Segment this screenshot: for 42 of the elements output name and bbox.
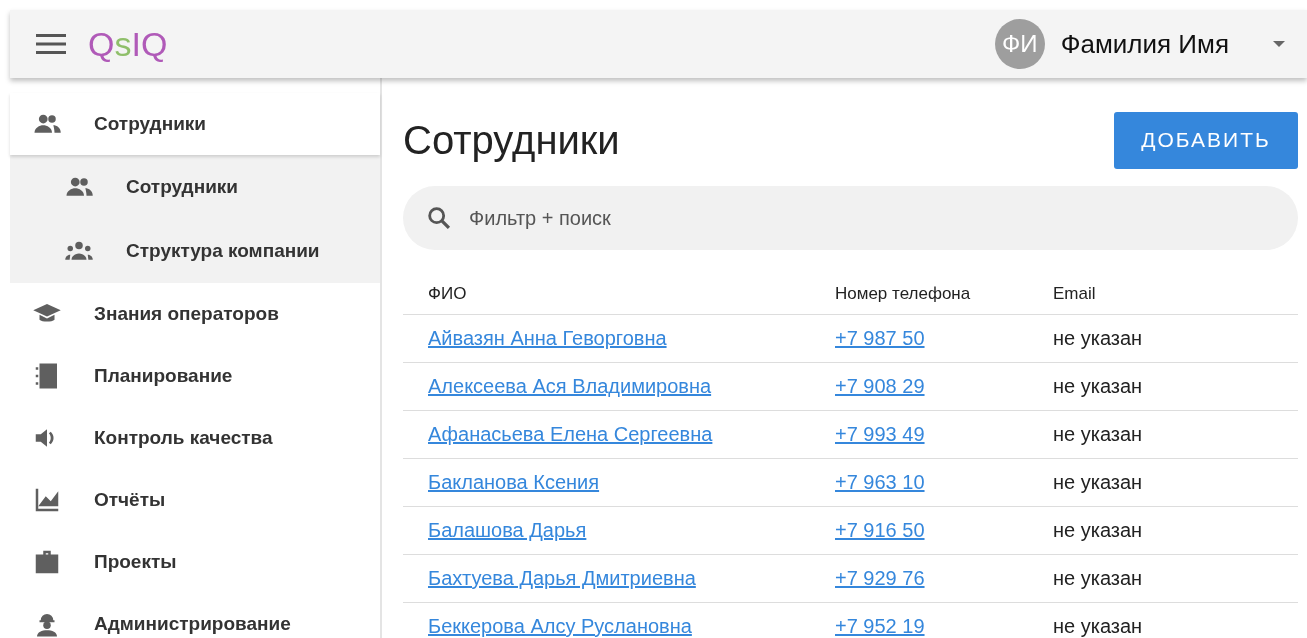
column-header: Номер телефона (835, 272, 1053, 315)
employee-name-link[interactable]: Бахтуева Дарья Дмитриевна (428, 567, 696, 589)
sidebar-item[interactable]: Планирование (10, 345, 380, 407)
sidebar-item[interactable]: Структура компании (10, 219, 380, 283)
email-text: не указан (1053, 471, 1143, 493)
employee-name-link[interactable]: Беккерова Алсу Руслановна (428, 615, 692, 637)
menu-icon[interactable] (36, 33, 66, 55)
phone-link[interactable]: +7 908 29 (835, 375, 925, 397)
user-name[interactable]: Фамилия Имя (1060, 28, 1229, 60)
add-button[interactable]: ДОБАВИТЬ (1114, 111, 1298, 169)
email-text: не указан (1053, 327, 1143, 349)
sidebar-item[interactable]: Отчёты (10, 469, 380, 531)
sidebar-item[interactable]: Проекты (10, 531, 380, 593)
column-header: Email (1053, 272, 1298, 315)
search-field[interactable]: Фильтр + поиск (403, 186, 1298, 250)
employee-name-link[interactable]: Балашова Дарья (428, 519, 587, 541)
page-title: Сотрудники (403, 117, 620, 163)
employee-name-link[interactable]: Афанасьева Елена Сергеевна (428, 423, 713, 445)
email-text: не указан (1053, 375, 1143, 397)
email-text: не указан (1053, 519, 1143, 541)
phone-link[interactable]: +7 987 50 (835, 327, 925, 349)
sidebar-item[interactable]: Сотрудники (10, 93, 380, 155)
phone-link[interactable]: +7 929 76 (835, 567, 925, 589)
employee-name-link[interactable]: Алексеева Ася Владимировна (428, 375, 712, 397)
phone-link[interactable]: +7 952 19 (835, 615, 925, 637)
logo: QsIQ (88, 24, 168, 64)
sidebar-item[interactable]: Сотрудники (10, 155, 380, 219)
employee-name-link[interactable]: Айвазян Анна Геворговна (428, 327, 667, 349)
email-text: не указан (1053, 423, 1143, 445)
email-text: не указан (1053, 615, 1143, 637)
sidebar-item[interactable]: Контроль качества (10, 407, 380, 469)
column-header: ФИО (403, 272, 835, 315)
employee-name-link[interactable]: Бакланова Ксения (428, 471, 600, 493)
phone-link[interactable]: +7 963 10 (835, 471, 925, 493)
caret-icon[interactable] (1273, 41, 1285, 47)
sidebar-item[interactable]: Администрирование (10, 593, 380, 638)
phone-link[interactable]: +7 916 50 (835, 519, 925, 541)
avatar[interactable]: ФИ (994, 19, 1045, 69)
email-text: не указан (1053, 567, 1143, 589)
phone-link[interactable]: +7 993 49 (835, 423, 925, 445)
search-icon (425, 204, 453, 232)
sidebar-item[interactable]: Знания операторов (10, 283, 380, 345)
